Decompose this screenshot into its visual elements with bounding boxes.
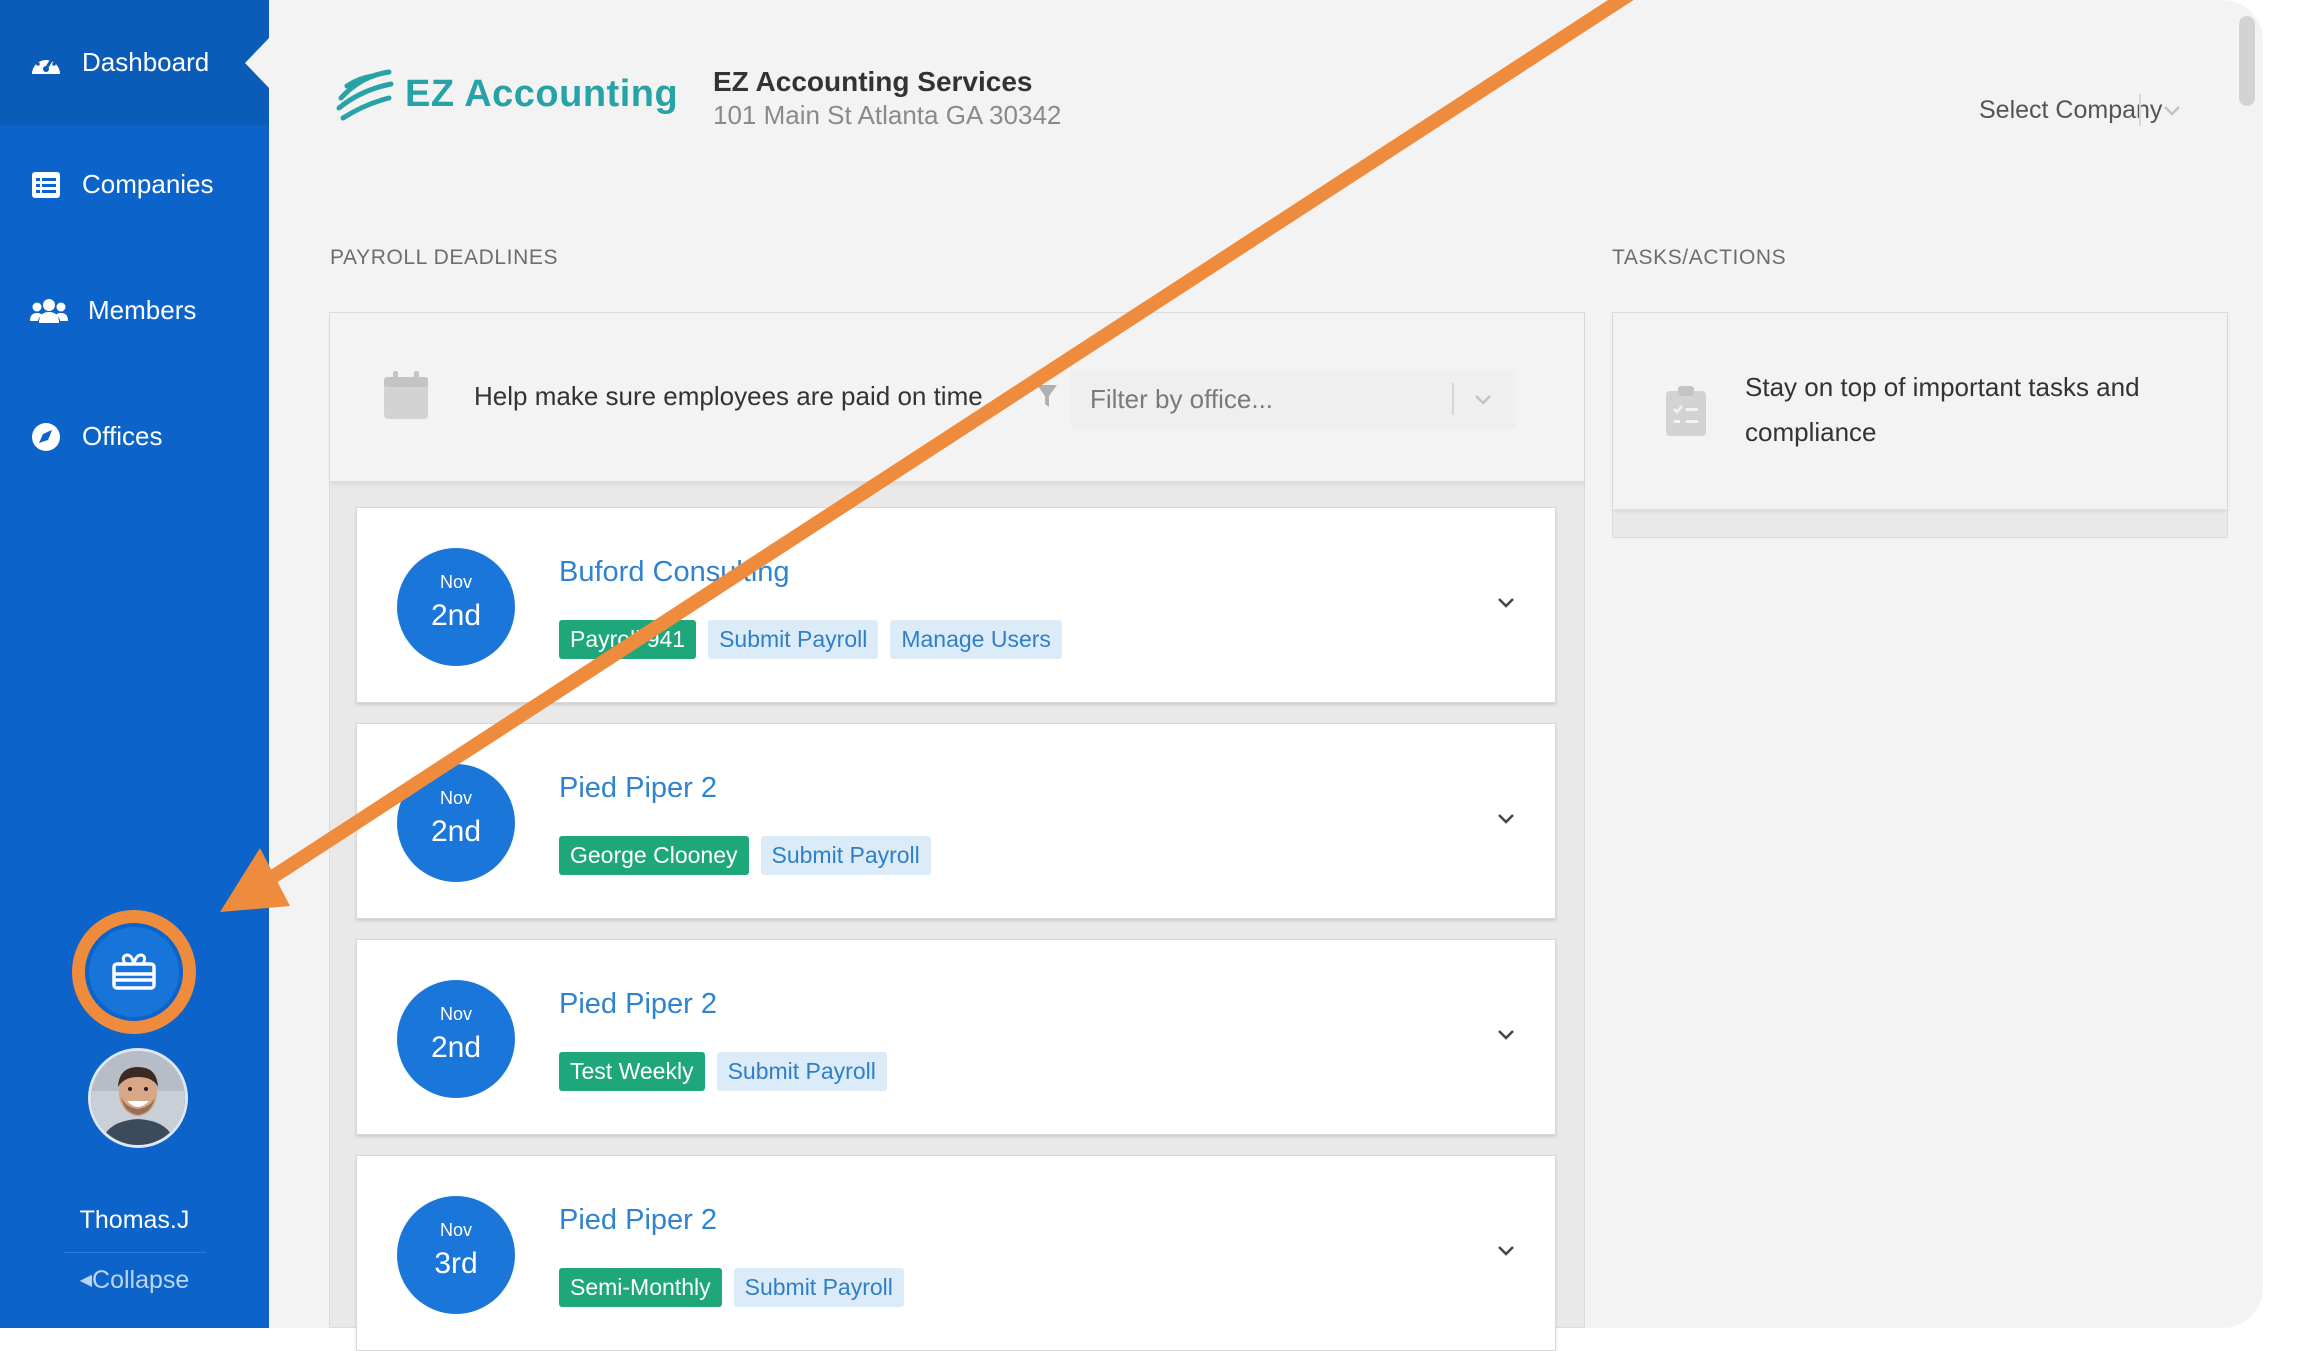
date-badge: Nov 3rd xyxy=(397,1196,515,1314)
calendar-icon xyxy=(384,371,428,419)
office-filter-select[interactable]: Filter by office... xyxy=(1070,369,1516,429)
chevron-down-icon[interactable] xyxy=(1495,1024,1517,1046)
date-day: 2nd xyxy=(430,599,482,632)
divider xyxy=(64,1252,206,1253)
firm-address: 101 Main St Atlanta GA 30342 xyxy=(713,100,1062,130)
company-name-link[interactable]: Buford Consulting xyxy=(559,556,790,589)
gift-button[interactable] xyxy=(72,910,196,1034)
date-badge: Nov 2nd xyxy=(397,980,515,1098)
company-select[interactable]: Select Company xyxy=(1709,90,2269,130)
logo: EZ Accounting xyxy=(333,62,678,126)
active-indicator xyxy=(245,38,269,88)
filter-placeholder: Filter by office... xyxy=(1090,384,1274,414)
payroll-schedule-tag: George Clooney xyxy=(559,836,749,875)
payroll-card[interactable]: Nov 2nd Pied Piper 2 George Clooney Subm… xyxy=(356,723,1556,919)
tasks-actions-title: TASKS/ACTIONS xyxy=(1612,246,1787,269)
gift-button-inner xyxy=(89,927,179,1017)
sidebar-item-dashboard[interactable]: Dashboard xyxy=(0,0,269,125)
date-day: 2nd xyxy=(430,815,482,848)
company-name-link[interactable]: Pied Piper 2 xyxy=(559,988,717,1021)
tag-list: Semi-Monthly Submit Payroll xyxy=(559,1268,916,1307)
manage-users-button[interactable]: Manage Users xyxy=(890,620,1062,659)
sidebar-item-offices[interactable]: Offices xyxy=(0,374,269,499)
list-icon xyxy=(28,167,64,203)
tag-list: Test Weekly Submit Payroll xyxy=(559,1052,899,1091)
sidebar-item-label: Offices xyxy=(82,421,163,451)
chevron-left-icon: ◀ xyxy=(79,1272,93,1289)
payroll-card[interactable]: Nov 3rd Pied Piper 2 Semi-Monthly Submit… xyxy=(356,1155,1556,1351)
date-month: Nov xyxy=(439,1220,472,1240)
tasks-actions-panel: Stay on top of important tasks and compl… xyxy=(1612,312,2228,538)
divider xyxy=(2139,94,2141,126)
date-day: 2nd xyxy=(430,1031,482,1064)
collapse-label: Collapse xyxy=(92,1266,190,1294)
payroll-card[interactable]: Nov 2nd Pied Piper 2 Test Weekly Submit … xyxy=(356,939,1556,1135)
date-month: Nov xyxy=(439,788,472,808)
deadlines-header: Help make sure employees are paid on tim… xyxy=(330,313,1584,482)
compass-icon xyxy=(28,419,64,455)
submit-payroll-button[interactable]: Submit Payroll xyxy=(760,836,931,875)
divider xyxy=(1452,383,1454,415)
payroll-schedule-tag: Test Weekly xyxy=(559,1052,705,1091)
chevron-down-icon[interactable] xyxy=(1495,592,1517,614)
date-month: Nov xyxy=(439,572,472,592)
ez-logo-icon xyxy=(336,69,394,121)
payroll-schedule-tag: Payroll 941 xyxy=(559,620,697,659)
clipboard-checklist-icon xyxy=(1666,386,1706,436)
sidebar-item-members[interactable]: Members xyxy=(0,248,269,373)
sidebar: Dashboard Companies Members Offices Thom… xyxy=(0,0,269,1328)
payroll-card[interactable]: Nov 2nd Buford Consulting Payroll 941 Su… xyxy=(356,507,1556,703)
sidebar-item-companies[interactable]: Companies xyxy=(0,122,269,247)
company-name-link[interactable]: Pied Piper 2 xyxy=(559,772,717,805)
sidebar-item-label: Dashboard xyxy=(82,47,210,77)
sidebar-item-label: Members xyxy=(88,295,197,325)
chevron-down-icon xyxy=(2164,106,2180,116)
gift-icon xyxy=(112,953,156,990)
payroll-deadlines-title: PAYROLL DEADLINES xyxy=(330,246,559,269)
tasks-inner: Stay on top of important tasks and compl… xyxy=(1613,313,2227,509)
main-content: EZ Accounting EZ Accounting Services 101… xyxy=(269,0,2263,1351)
username: Thomas.J xyxy=(79,1206,190,1234)
submit-payroll-button[interactable]: Submit Payroll xyxy=(733,1268,904,1307)
date-month: Nov xyxy=(439,1004,472,1024)
logo-text: EZ Accounting xyxy=(405,72,679,115)
chevron-down-icon xyxy=(1475,395,1491,405)
tasks-text: Stay on top of important tasks and compl… xyxy=(1745,372,2140,447)
sidebar-item-label: Companies xyxy=(82,169,214,199)
payroll-deadlines-panel: Help make sure employees are paid on tim… xyxy=(329,312,1585,1351)
company-name-link[interactable]: Pied Piper 2 xyxy=(559,1204,717,1237)
avatar[interactable] xyxy=(88,1048,188,1148)
collapse-button[interactable]: ◀Collapse xyxy=(0,1266,269,1295)
date-badge: Nov 2nd xyxy=(397,764,515,882)
chevron-down-icon[interactable] xyxy=(1495,808,1517,830)
date-badge: Nov 2nd xyxy=(397,548,515,666)
tag-list: George Clooney Submit Payroll xyxy=(559,836,943,875)
help-text: Help make sure employees are paid on tim… xyxy=(474,381,983,411)
filter-icon xyxy=(1037,385,1057,407)
tag-list: Payroll 941 Submit Payroll Manage Users xyxy=(559,620,1074,659)
firm-name: EZ Accounting Services xyxy=(713,66,1033,97)
dashboard-gauge-icon xyxy=(28,45,64,81)
payroll-schedule-tag: Semi-Monthly xyxy=(559,1268,722,1307)
users-icon xyxy=(28,293,70,329)
company-select-placeholder: Select Company xyxy=(1979,96,2163,124)
chevron-down-icon[interactable] xyxy=(1495,1240,1517,1262)
submit-payroll-button[interactable]: Submit Payroll xyxy=(716,1052,887,1091)
submit-payroll-button[interactable]: Submit Payroll xyxy=(708,620,879,659)
date-day: 3rd xyxy=(434,1247,478,1280)
